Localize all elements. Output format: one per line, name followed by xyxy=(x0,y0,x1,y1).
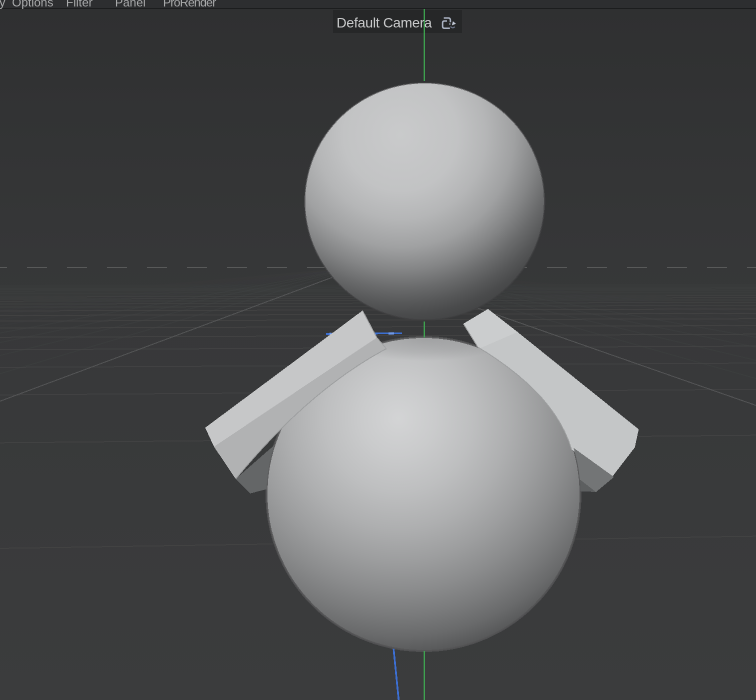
svg-text:Default Camera: Default Camera xyxy=(337,15,433,31)
svg-text:Options: Options xyxy=(12,0,53,10)
svg-text:ProRender: ProRender xyxy=(163,0,216,10)
svg-text:Display: Display xyxy=(0,0,5,10)
svg-text:Filter: Filter xyxy=(66,0,93,10)
svg-text:Panel: Panel xyxy=(115,0,146,10)
